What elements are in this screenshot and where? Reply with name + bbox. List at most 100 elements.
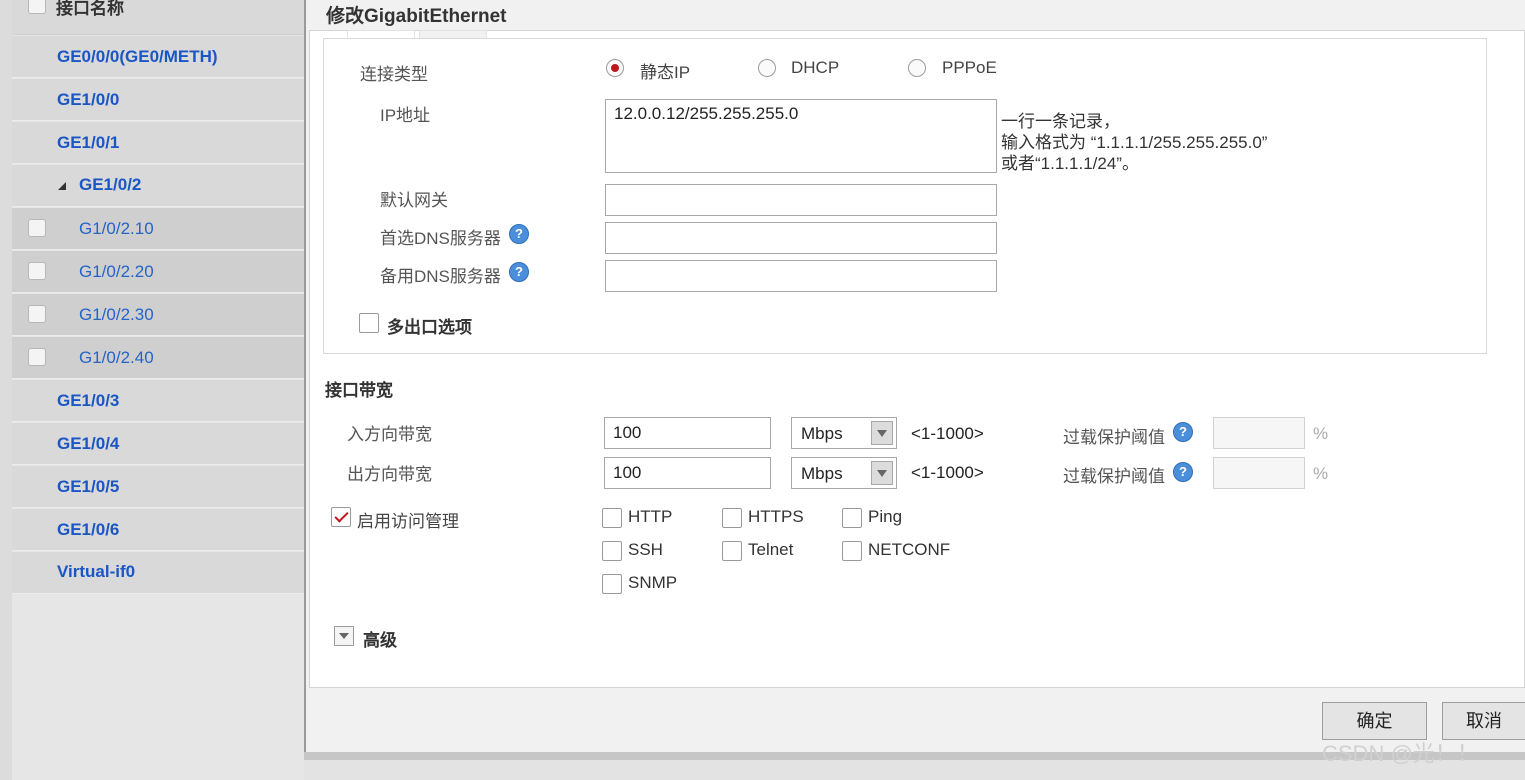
interface-label[interactable]: G1/0/2.20 bbox=[79, 262, 154, 282]
inbound-percent: % bbox=[1313, 424, 1329, 443]
bandwidth-section-title: 接口带宽 bbox=[325, 381, 393, 400]
outbound-bandwidth-label: 出方向带宽 bbox=[347, 465, 432, 484]
interface-row-ge1-0-3[interactable]: GE1/0/3 bbox=[12, 380, 304, 422]
subinterface-row-2-20[interactable]: G1/0/2.20 bbox=[12, 251, 304, 293]
ok-button[interactable]: 确定 bbox=[1322, 702, 1427, 740]
interface-label[interactable]: Virtual-if0 bbox=[57, 562, 135, 582]
ssh-checkbox[interactable] bbox=[602, 541, 622, 561]
interface-row-ge1-0-1[interactable]: GE1/0/1 bbox=[12, 122, 304, 164]
interface-label[interactable]: GE0/0/0(GE0/METH) bbox=[57, 47, 218, 67]
default-gateway-input[interactable] bbox=[605, 184, 997, 216]
subinterface-row-2-40[interactable]: G1/0/2.40 bbox=[12, 337, 304, 379]
inbound-overload-input[interactable] bbox=[1213, 417, 1305, 449]
inbound-bandwidth-label: 入方向带宽 bbox=[347, 425, 432, 444]
inbound-overload-label: 过载保护阈值 bbox=[1063, 428, 1165, 447]
row-checkbox[interactable] bbox=[28, 305, 46, 323]
interface-label[interactable]: GE1/0/0 bbox=[57, 90, 119, 110]
radio-static-ip[interactable] bbox=[606, 59, 624, 77]
interface-label[interactable]: G1/0/2.30 bbox=[79, 305, 154, 325]
secondary-dns-label: 备用DNS服务器 bbox=[380, 267, 501, 286]
primary-dns-label: 首选DNS服务器 bbox=[380, 229, 501, 248]
netconf-checkbox[interactable] bbox=[842, 541, 862, 561]
https-label[interactable]: HTTPS bbox=[748, 507, 804, 527]
telnet-label[interactable]: Telnet bbox=[748, 540, 793, 560]
radio-dhcp[interactable] bbox=[758, 59, 776, 77]
ssh-label[interactable]: SSH bbox=[628, 540, 663, 560]
telnet-checkbox[interactable] bbox=[722, 541, 742, 561]
dialog-title: 修改GigabitEthernet bbox=[326, 6, 507, 27]
outbound-overload-label: 过载保护阈值 bbox=[1063, 467, 1165, 486]
outbound-bandwidth-input[interactable] bbox=[604, 457, 771, 489]
row-checkbox[interactable] bbox=[28, 219, 46, 237]
advanced-label[interactable]: 高级 bbox=[363, 626, 397, 651]
row-checkbox[interactable] bbox=[28, 348, 46, 366]
snmp-label[interactable]: SNMP bbox=[628, 573, 677, 593]
interface-label[interactable]: G1/0/2.40 bbox=[79, 348, 154, 368]
help-icon[interactable]: ? bbox=[1173, 422, 1193, 442]
watermark: CSDN @光！！ bbox=[1322, 741, 1479, 766]
help-icon[interactable]: ? bbox=[1173, 462, 1193, 482]
default-gateway-label: 默认网关 bbox=[380, 191, 448, 210]
radio-static-ip-label[interactable]: 静态IP bbox=[640, 58, 690, 83]
outbound-overload-input[interactable] bbox=[1213, 457, 1305, 489]
http-label[interactable]: HTTP bbox=[628, 507, 672, 527]
chevron-down-icon bbox=[339, 633, 349, 639]
https-checkbox[interactable] bbox=[722, 508, 742, 528]
interface-row-ge0-0-0[interactable]: GE0/0/0(GE0/METH) bbox=[12, 36, 304, 78]
primary-dns-input[interactable] bbox=[605, 222, 997, 254]
access-mgmt-checkbox[interactable] bbox=[331, 507, 351, 527]
netconf-label[interactable]: NETCONF bbox=[868, 540, 950, 560]
interface-name-header: 接口名称 bbox=[56, 0, 124, 18]
radio-dhcp-label[interactable]: DHCP bbox=[791, 58, 839, 78]
help-icon[interactable]: ? bbox=[509, 224, 529, 244]
inbound-unit-value: Mbps bbox=[801, 424, 843, 443]
chevron-down-icon[interactable] bbox=[871, 461, 893, 485]
outbound-percent: % bbox=[1313, 464, 1329, 483]
interface-label[interactable]: GE1/0/3 bbox=[57, 391, 119, 411]
chevron-down-icon[interactable] bbox=[871, 421, 893, 445]
interface-label[interactable]: GE1/0/6 bbox=[57, 520, 119, 540]
collapse-triangle-icon[interactable] bbox=[58, 182, 66, 190]
ip-hint-line3: 或者“1.1.1.1/24”。 bbox=[1001, 154, 1139, 173]
help-icon[interactable]: ? bbox=[509, 262, 529, 282]
advanced-toggle[interactable] bbox=[334, 626, 354, 646]
ip-address-value: 12.0.0.12/255.255.255.0 bbox=[614, 104, 799, 123]
access-mgmt-label[interactable]: 启用访问管理 bbox=[357, 507, 459, 532]
row-checkbox[interactable] bbox=[28, 262, 46, 280]
interface-label[interactable]: G1/0/2.10 bbox=[79, 219, 154, 239]
interface-row-ge1-0-2[interactable]: GE1/0/2 bbox=[12, 165, 304, 207]
interface-label[interactable]: GE1/0/4 bbox=[57, 434, 119, 454]
multi-exit-checkbox[interactable] bbox=[359, 313, 379, 333]
multi-exit-label[interactable]: 多出口选项 bbox=[387, 313, 472, 338]
radio-pppoe[interactable] bbox=[908, 59, 926, 77]
interface-row-virtual-if0[interactable]: Virtual-if0 bbox=[12, 552, 304, 594]
interface-row-ge1-0-6[interactable]: GE1/0/6 bbox=[12, 509, 304, 551]
subinterface-row-2-10[interactable]: G1/0/2.10 bbox=[12, 208, 304, 250]
subinterface-row-2-30[interactable]: G1/0/2.30 bbox=[12, 294, 304, 336]
ip-address-textarea[interactable]: 12.0.0.12/255.255.255.0 bbox=[605, 99, 997, 173]
interface-row-ge1-0-5[interactable]: GE1/0/5 bbox=[12, 466, 304, 508]
interface-list-header: 接口名称 bbox=[12, 0, 304, 35]
ip-address-label: IP地址 bbox=[380, 106, 431, 125]
ping-checkbox[interactable] bbox=[842, 508, 862, 528]
radio-pppoe-label[interactable]: PPPoE bbox=[942, 58, 997, 78]
cancel-button[interactable]: 取消 bbox=[1442, 702, 1525, 740]
left-strip bbox=[0, 0, 12, 780]
outbound-range-hint: <1-1000> bbox=[911, 463, 984, 482]
select-all-checkbox[interactable] bbox=[28, 0, 46, 14]
outbound-unit-value: Mbps bbox=[801, 464, 843, 483]
interface-row-ge1-0-0[interactable]: GE1/0/0 bbox=[12, 79, 304, 121]
inbound-unit-select[interactable]: Mbps bbox=[791, 417, 897, 449]
connection-type-label: 连接类型 bbox=[360, 65, 428, 84]
interface-row-ge1-0-4[interactable]: GE1/0/4 bbox=[12, 423, 304, 465]
interface-label[interactable]: GE1/0/2 bbox=[79, 175, 141, 195]
ping-label[interactable]: Ping bbox=[868, 507, 902, 527]
interface-label[interactable]: GE1/0/1 bbox=[57, 133, 119, 153]
inbound-range-hint: <1-1000> bbox=[911, 424, 984, 443]
http-checkbox[interactable] bbox=[602, 508, 622, 528]
snmp-checkbox[interactable] bbox=[602, 574, 622, 594]
interface-label[interactable]: GE1/0/5 bbox=[57, 477, 119, 497]
secondary-dns-input[interactable] bbox=[605, 260, 997, 292]
inbound-bandwidth-input[interactable] bbox=[604, 417, 771, 449]
outbound-unit-select[interactable]: Mbps bbox=[791, 457, 897, 489]
